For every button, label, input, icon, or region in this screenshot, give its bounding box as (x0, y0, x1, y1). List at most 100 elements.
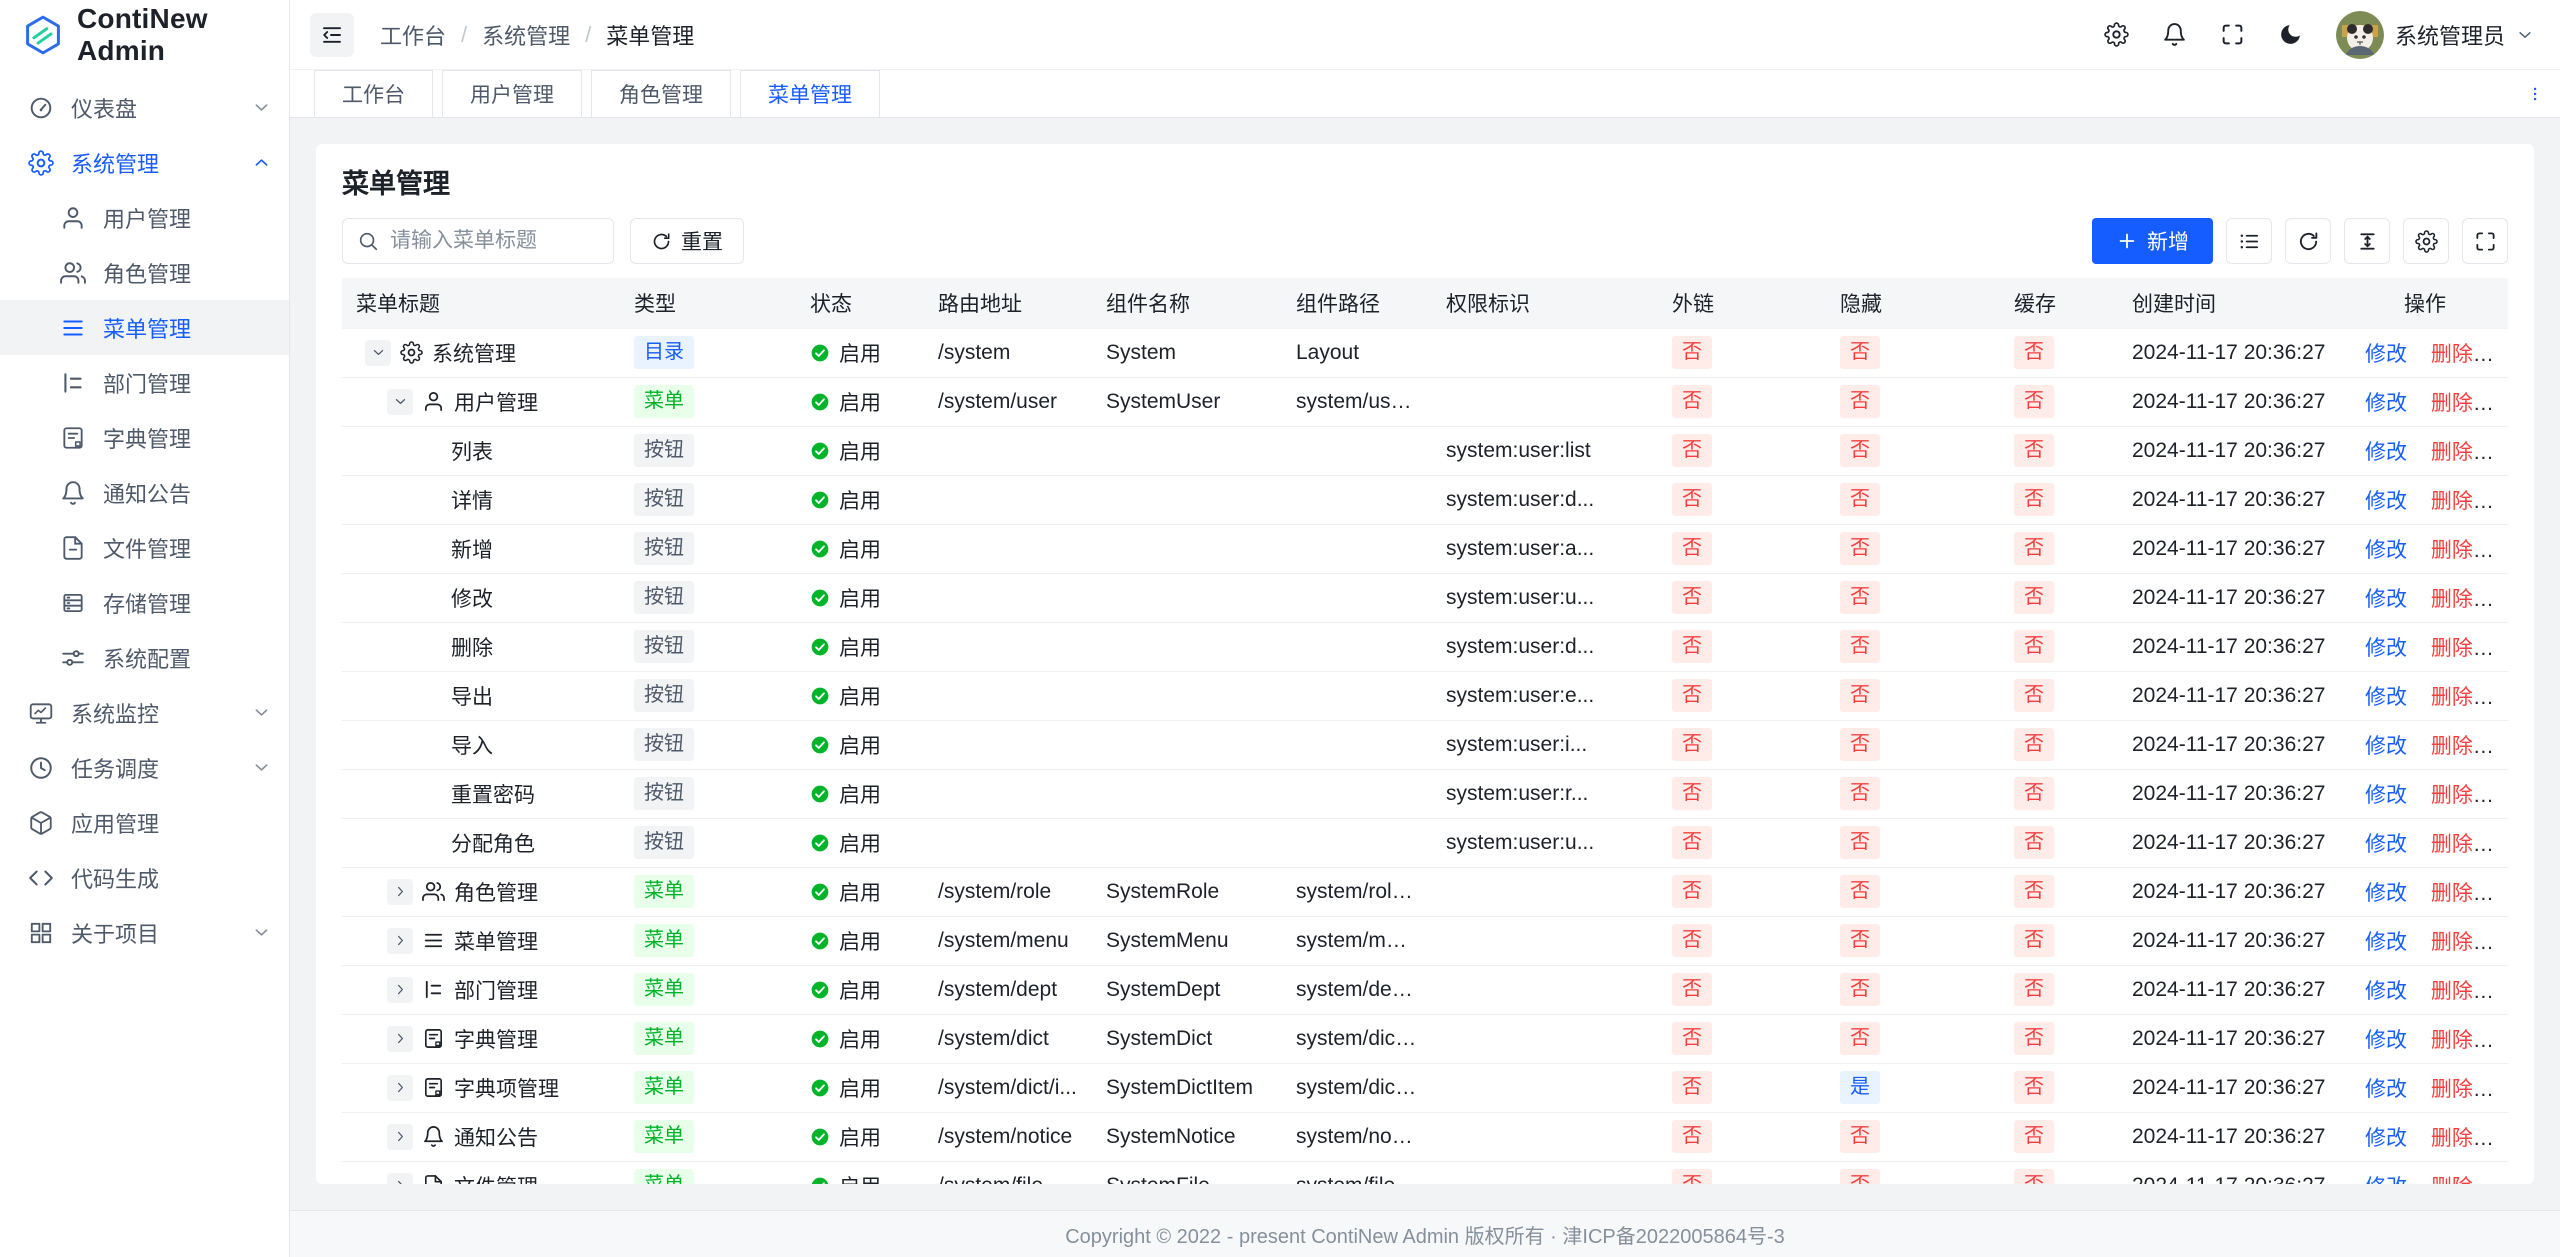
action-delete[interactable]: 删除 (2431, 784, 2473, 807)
action-modify[interactable]: 修改 (2365, 539, 2407, 562)
sidebar-item-menu[interactable]: 菜单管理 (0, 300, 289, 355)
component-path (1282, 769, 1432, 818)
action-delete[interactable]: 删除 (2431, 637, 2473, 660)
dark-mode-button[interactable] (2278, 22, 2303, 47)
add-button[interactable]: 新增 (2092, 218, 2213, 264)
sidebar-item-dashboard[interactable]: 仪表盘 (0, 80, 289, 135)
action-delete[interactable]: 删除 (2431, 931, 2473, 954)
action-delete[interactable]: 删除 (2431, 588, 2473, 611)
sidebar-item-file[interactable]: 文件管理 (0, 520, 289, 575)
sidebar-item-gear[interactable]: 系统管理 (0, 135, 289, 190)
breadcrumb-item[interactable]: 系统管理 (482, 19, 570, 51)
action-modify[interactable]: 修改 (2365, 1078, 2407, 1101)
action-modify[interactable]: 修改 (2365, 588, 2407, 611)
action-modify[interactable]: 修改 (2365, 1127, 2407, 1150)
sidebar-item-storage[interactable]: 存储管理 (0, 575, 289, 630)
action-add[interactable]: 新增 (2497, 1029, 2508, 1052)
action-add[interactable]: 新增 (2497, 343, 2508, 366)
sidebar-item-tree[interactable]: 部门管理 (0, 355, 289, 410)
table-refresh-button[interactable] (2285, 218, 2331, 264)
sidebar-item-code[interactable]: 代码生成 (0, 850, 289, 905)
action-add[interactable]: 新增 (2497, 1176, 2508, 1184)
row-expander-down[interactable] (387, 389, 413, 415)
action-delete[interactable]: 删除 (2431, 441, 2473, 464)
tab-2[interactable]: 角色管理 (591, 70, 731, 117)
sidebar-item-users[interactable]: 角色管理 (0, 245, 289, 300)
content-area: 菜单管理 重置 新增 (290, 118, 2560, 1210)
sidebar-item-monitor[interactable]: 系统监控 (0, 685, 289, 740)
hidden-badge: 否 (1840, 532, 1880, 565)
table-settings-button[interactable] (2403, 218, 2449, 264)
user-menu[interactable]: 系统管理员 (2336, 11, 2534, 59)
action-delete[interactable]: 删除 (2431, 1029, 2473, 1052)
row-expander-right[interactable] (387, 928, 413, 954)
action-modify[interactable]: 修改 (2365, 686, 2407, 709)
tab-options-button[interactable] (2510, 70, 2560, 117)
action-modify[interactable]: 修改 (2365, 392, 2407, 415)
column-list-button[interactable] (2226, 218, 2272, 264)
action-delete[interactable]: 删除 (2431, 1078, 2473, 1101)
sidebar-item-box[interactable]: 应用管理 (0, 795, 289, 850)
status-text: 启用 (839, 779, 881, 809)
action-modify[interactable]: 修改 (2365, 735, 2407, 758)
action-delete[interactable]: 删除 (2431, 392, 2473, 415)
search-input[interactable] (390, 229, 599, 253)
action-modify[interactable]: 修改 (2365, 833, 2407, 856)
action-delete[interactable]: 删除 (2431, 833, 2473, 856)
action-modify[interactable]: 修改 (2365, 343, 2407, 366)
action-modify[interactable]: 修改 (2365, 882, 2407, 905)
breadcrumb-item[interactable]: 工作台 (380, 19, 446, 51)
action-add[interactable]: 新增 (2497, 1078, 2508, 1101)
action-add[interactable]: 新增 (2497, 931, 2508, 954)
fullscreen-button[interactable] (2220, 22, 2245, 47)
tab-0[interactable]: 工作台 (314, 70, 433, 117)
sidebar-item-grid[interactable]: 关于项目 (0, 905, 289, 960)
row-expander-right[interactable] (387, 1026, 413, 1052)
row-expander-right[interactable] (387, 977, 413, 1003)
row-expander-right[interactable] (387, 1075, 413, 1101)
notifications-button[interactable] (2162, 22, 2187, 47)
action-delete[interactable]: 删除 (2431, 490, 2473, 513)
collapse-sidebar-button[interactable] (310, 13, 354, 57)
row-expander-right[interactable] (387, 879, 413, 905)
action-delete[interactable]: 删除 (2431, 686, 2473, 709)
action-add[interactable]: 新增 (2497, 1127, 2508, 1150)
sidebar-item-dict[interactable]: 字典管理 (0, 410, 289, 465)
action-modify[interactable]: 修改 (2365, 1176, 2407, 1184)
row-expander-right[interactable] (387, 1173, 413, 1184)
action-add: 新增 (2497, 588, 2508, 611)
logo[interactable]: ContiNew Admin (0, 0, 289, 70)
row-expander-right[interactable] (387, 1124, 413, 1150)
action-delete[interactable]: 删除 (2431, 735, 2473, 758)
row-height-button[interactable] (2344, 218, 2390, 264)
action-delete[interactable]: 删除 (2431, 343, 2473, 366)
sidebar-item-sliders[interactable]: 系统配置 (0, 630, 289, 685)
table-fullscreen-button[interactable] (2462, 218, 2508, 264)
sidebar-item-user[interactable]: 用户管理 (0, 190, 289, 245)
action-add[interactable]: 新增 (2497, 392, 2508, 415)
reset-button[interactable]: 重置 (630, 218, 744, 264)
action-delete[interactable]: 删除 (2431, 539, 2473, 562)
action-add[interactable]: 新增 (2497, 882, 2508, 905)
action-modify[interactable]: 修改 (2365, 931, 2407, 954)
action-delete[interactable]: 删除 (2431, 980, 2473, 1003)
tab-1[interactable]: 用户管理 (442, 70, 582, 117)
action-modify[interactable]: 修改 (2365, 441, 2407, 464)
permission-code: system:user:a... (1432, 524, 1658, 573)
action-delete[interactable]: 删除 (2431, 882, 2473, 905)
settings-button[interactable] (2104, 22, 2129, 47)
sidebar-item-bell[interactable]: 通知公告 (0, 465, 289, 520)
action-delete[interactable]: 删除 (2431, 1176, 2473, 1184)
action-modify[interactable]: 修改 (2365, 1029, 2407, 1052)
action-modify[interactable]: 修改 (2365, 637, 2407, 660)
sidebar-item-clock[interactable]: 任务调度 (0, 740, 289, 795)
type-badge: 按钮 (634, 679, 694, 712)
tab-3[interactable]: 菜单管理 (740, 70, 880, 117)
action-modify[interactable]: 修改 (2365, 784, 2407, 807)
action-modify[interactable]: 修改 (2365, 490, 2407, 513)
row-expander-down[interactable] (365, 340, 391, 366)
search-box (342, 218, 614, 264)
action-delete[interactable]: 删除 (2431, 1127, 2473, 1150)
action-add[interactable]: 新增 (2497, 980, 2508, 1003)
action-modify[interactable]: 修改 (2365, 980, 2407, 1003)
